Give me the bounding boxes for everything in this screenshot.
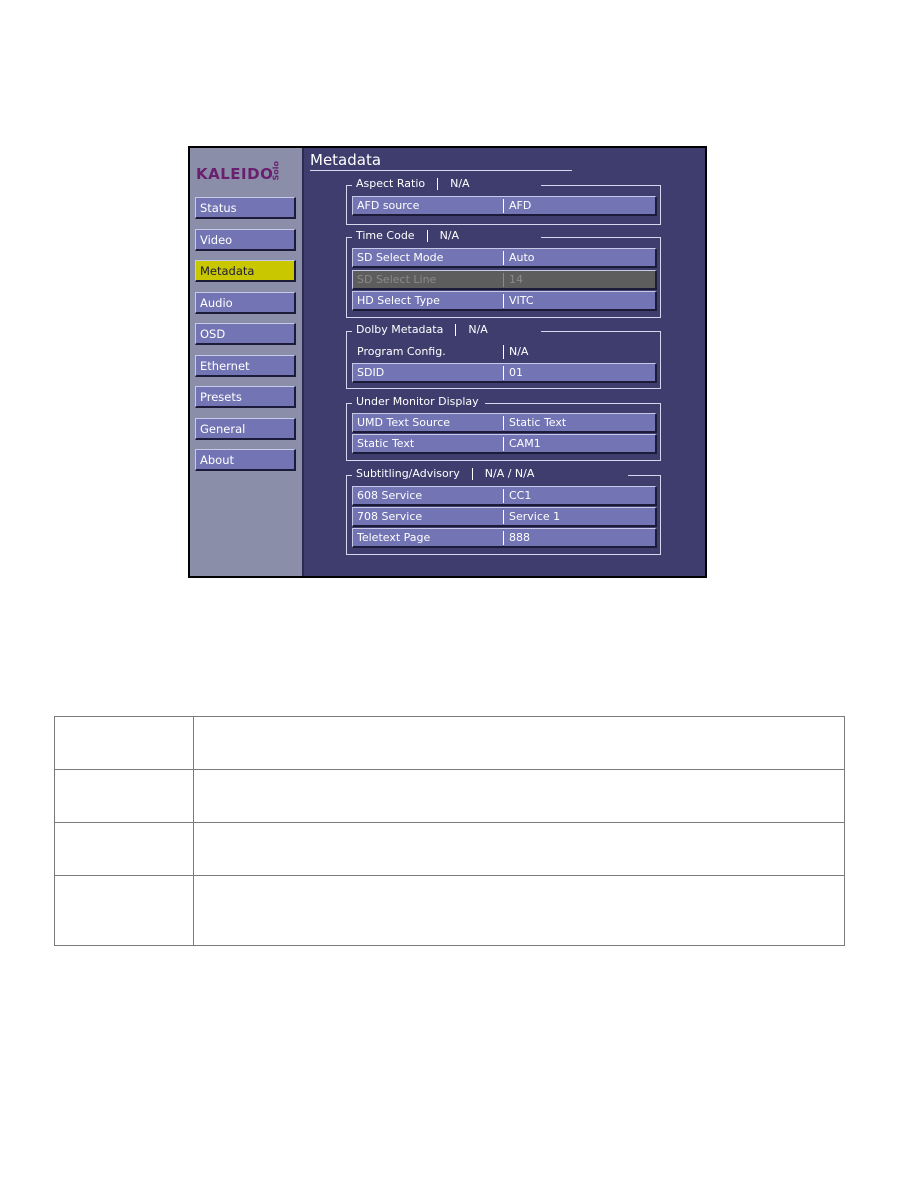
main-panel: Metadata Aspect Ratio N/A AFD source AFD… bbox=[306, 148, 705, 576]
row-label: Static Text bbox=[357, 437, 415, 450]
table-row bbox=[54, 716, 845, 770]
table-row bbox=[54, 769, 845, 823]
logo-text: KALEIDO bbox=[196, 165, 274, 183]
table-row bbox=[54, 822, 845, 876]
table-cell bbox=[54, 716, 194, 770]
title-underline bbox=[310, 170, 572, 171]
row-sd-select-mode[interactable]: SD Select Mode Auto bbox=[352, 248, 657, 268]
row-value: VITC bbox=[503, 294, 534, 308]
sidebar: KALEIDO Solo Status Video Metadata Audio… bbox=[190, 148, 304, 576]
sidebar-item-audio[interactable]: Audio bbox=[195, 292, 296, 314]
row-label: 608 Service bbox=[357, 489, 423, 502]
row-value: CC1 bbox=[503, 489, 531, 503]
row-label: SDID bbox=[357, 366, 385, 379]
group-subtitling-advisory: Subtitling/Advisory N/A / N/A 608 Servic… bbox=[346, 467, 661, 555]
row-hd-select-type[interactable]: HD Select Type VITC bbox=[352, 291, 657, 311]
group-title: Dolby Metadata bbox=[356, 323, 444, 336]
row-label: Program Config. bbox=[357, 345, 446, 358]
table-cell bbox=[54, 822, 194, 876]
group-dolby-metadata: Dolby Metadata N/A Program Config. N/A S… bbox=[346, 323, 661, 389]
row-sdid[interactable]: SDID 01 bbox=[352, 363, 657, 383]
table-cell bbox=[193, 716, 845, 770]
row-value: 14 bbox=[503, 273, 523, 287]
row-value: CAM1 bbox=[503, 437, 541, 451]
kaleido-logo: KALEIDO Solo bbox=[196, 160, 282, 188]
sidebar-item-about[interactable]: About bbox=[195, 449, 296, 471]
sidebar-item-general[interactable]: General bbox=[195, 418, 296, 440]
row-value: 888 bbox=[503, 531, 530, 545]
table-cell bbox=[193, 822, 845, 876]
row-value: Auto bbox=[503, 251, 535, 265]
row-value: Static Text bbox=[503, 416, 566, 430]
page-title: Metadata bbox=[310, 151, 382, 169]
sidebar-item-presets[interactable]: Presets bbox=[195, 386, 296, 408]
description-table bbox=[54, 716, 845, 946]
row-label: AFD source bbox=[357, 199, 420, 212]
sidebar-item-osd[interactable]: OSD bbox=[195, 323, 296, 345]
table-cell bbox=[193, 875, 845, 946]
row-afd-source[interactable]: AFD source AFD bbox=[352, 196, 657, 216]
row-teletext-page[interactable]: Teletext Page 888 bbox=[352, 528, 657, 548]
sidebar-item-status[interactable]: Status bbox=[195, 197, 296, 219]
table-cell bbox=[193, 769, 845, 823]
row-value: 01 bbox=[503, 366, 523, 380]
row-label: 708 Service bbox=[357, 510, 423, 523]
row-value: Service 1 bbox=[503, 510, 560, 524]
group-aspect-ratio: Aspect Ratio N/A AFD source AFD bbox=[346, 177, 661, 225]
row-label: SD Select Line bbox=[357, 273, 437, 286]
row-708-service[interactable]: 708 Service Service 1 bbox=[352, 507, 657, 527]
table-cell bbox=[54, 769, 194, 823]
row-sd-select-line: SD Select Line 14 bbox=[352, 270, 657, 290]
row-608-service[interactable]: 608 Service CC1 bbox=[352, 486, 657, 506]
table-cell bbox=[54, 875, 194, 946]
kaleido-config-screen: KALEIDO Solo Status Video Metadata Audio… bbox=[188, 146, 707, 578]
row-label: Teletext Page bbox=[357, 531, 431, 544]
row-program-config: Program Config. N/A bbox=[352, 342, 657, 362]
group-title: Subtitling/Advisory bbox=[356, 467, 460, 480]
group-status: N/A bbox=[468, 323, 488, 336]
row-label: HD Select Type bbox=[357, 294, 440, 307]
row-static-text[interactable]: Static Text CAM1 bbox=[352, 434, 657, 454]
group-status: N/A / N/A bbox=[484, 467, 535, 480]
group-title: Aspect Ratio bbox=[356, 177, 426, 190]
group-status: N/A bbox=[450, 177, 470, 190]
sidebar-item-metadata[interactable]: Metadata bbox=[195, 260, 296, 282]
sidebar-item-ethernet[interactable]: Ethernet bbox=[195, 355, 296, 377]
group-title: Time Code bbox=[356, 229, 415, 242]
group-under-monitor-display: Under Monitor Display UMD Text Source St… bbox=[346, 395, 661, 461]
row-label: UMD Text Source bbox=[357, 416, 451, 429]
group-status: N/A bbox=[439, 229, 460, 242]
table-row bbox=[54, 875, 845, 946]
logo-subtext: Solo bbox=[271, 160, 281, 181]
row-umd-text-source[interactable]: UMD Text Source Static Text bbox=[352, 413, 657, 433]
row-value: N/A bbox=[503, 345, 528, 359]
row-label: SD Select Mode bbox=[357, 251, 444, 264]
sidebar-item-video[interactable]: Video bbox=[195, 229, 296, 251]
group-time-code: Time Code N/A SD Select Mode Auto SD Sel… bbox=[346, 229, 661, 318]
row-value: AFD bbox=[503, 199, 531, 213]
group-title: Under Monitor Display bbox=[356, 395, 479, 408]
